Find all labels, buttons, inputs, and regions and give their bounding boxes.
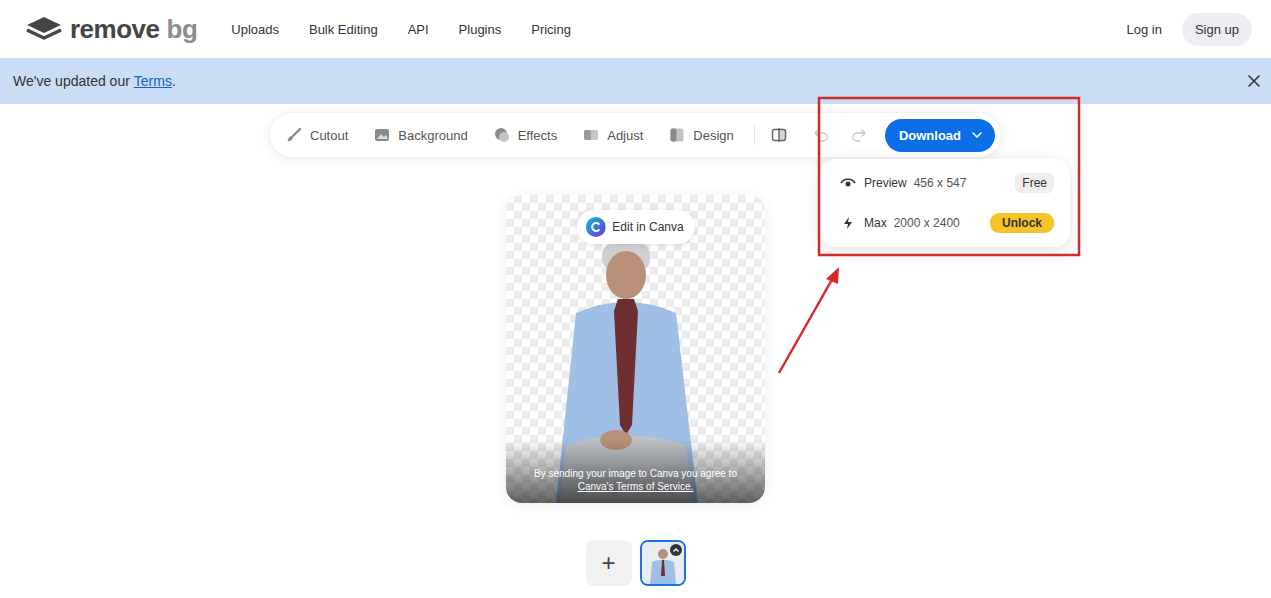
signup-button[interactable]: Sign up xyxy=(1182,13,1252,46)
tool-label: Design xyxy=(693,128,733,143)
logo-suffix: bg xyxy=(167,14,198,45)
compare-icon[interactable] xyxy=(771,127,787,143)
tool-button[interactable]: Background xyxy=(374,127,467,143)
option-badge: Free xyxy=(1015,173,1054,193)
logo[interactable]: remove bg xyxy=(25,14,197,45)
page: remove bg Uploads Bulk Editing API Plugins P… xyxy=(0,0,1271,598)
chevron-up-icon xyxy=(672,546,680,554)
image-thumbnail[interactable] xyxy=(640,540,686,586)
download-option[interactable]: Preview 456 x 547 Free xyxy=(840,163,1054,203)
tool-button[interactable]: Adjust xyxy=(583,127,643,143)
canva-notice: By sending your image to Canva you agree… xyxy=(506,439,765,503)
nav-link[interactable]: Pricing xyxy=(531,22,571,37)
terms-link[interactable]: Terms xyxy=(134,73,172,89)
nav-link[interactable]: Bulk Editing xyxy=(309,22,378,37)
option-size: 456 x 547 xyxy=(914,176,967,190)
canva-terms-link[interactable]: Canva's Terms of Service. xyxy=(578,480,694,493)
tool-label: Adjust xyxy=(607,128,643,143)
option-label: Preview xyxy=(864,176,907,190)
image-icon xyxy=(374,127,390,143)
layers-logo-icon xyxy=(25,15,63,43)
nav-link[interactable]: API xyxy=(408,22,429,37)
nav-link[interactable]: Uploads xyxy=(231,22,279,37)
tool-button[interactable]: Effects xyxy=(494,127,558,143)
adjust-icon xyxy=(583,127,599,143)
highlight-box xyxy=(819,98,1079,255)
main-nav: Uploads Bulk Editing API Plugins Pricing xyxy=(231,22,571,37)
eye-icon xyxy=(840,176,856,190)
nav-link[interactable]: Plugins xyxy=(459,22,502,37)
thumbnail-strip: + xyxy=(586,540,686,586)
effects-icon xyxy=(494,127,510,143)
canva-logo-icon xyxy=(585,217,605,237)
tool-label: Background xyxy=(398,128,467,143)
logo-word: remove xyxy=(70,14,160,45)
brush-icon xyxy=(286,127,302,143)
redo-icon[interactable] xyxy=(851,127,867,143)
lightning-icon xyxy=(840,216,856,230)
tool-label: Cutout xyxy=(310,128,348,143)
login-link[interactable]: Log in xyxy=(1126,22,1161,37)
option-size: 2000 x 2400 xyxy=(894,216,960,230)
download-option[interactable]: Max 2000 x 2400 Unlock xyxy=(840,203,1054,243)
pointer-arrow xyxy=(779,276,834,373)
auth-area: Log in Sign up xyxy=(1126,13,1252,46)
download-label: Download xyxy=(899,128,961,143)
annotation-overlay xyxy=(0,0,1271,598)
tool-label: Effects xyxy=(518,128,558,143)
image-card: Edit in Canva By sending your image to C… xyxy=(506,195,765,503)
chevron-down-icon xyxy=(971,129,983,141)
toolbar: Cutout Background Effects Adjust Design … xyxy=(269,112,1002,158)
toolbar-divider xyxy=(754,125,755,145)
banner-text: We've updated ourTerms. xyxy=(13,73,176,89)
option-badge: Unlock xyxy=(990,213,1054,233)
design-icon xyxy=(669,127,685,143)
notice-text: By sending your image to Canva you agree… xyxy=(534,467,737,480)
option-label: Max xyxy=(864,216,887,230)
undo-icon[interactable] xyxy=(813,127,829,143)
terms-banner: We've updated ourTerms. xyxy=(0,58,1271,104)
tool-button[interactable]: Design xyxy=(669,127,733,143)
editor-area: Cutout Background Effects Adjust Design … xyxy=(0,104,1271,586)
collapse-badge[interactable] xyxy=(670,544,682,556)
download-menu: Preview 456 x 547 Free Max 2000 x 2400 U… xyxy=(820,159,1070,247)
download-button[interactable]: Download xyxy=(885,119,995,152)
arrow-head-icon xyxy=(826,267,839,284)
top-nav: remove bg Uploads Bulk Editing API Plugins P… xyxy=(0,0,1271,58)
canva-label: Edit in Canva xyxy=(612,220,683,234)
close-icon[interactable] xyxy=(1247,74,1261,88)
tool-button[interactable]: Cutout xyxy=(286,127,348,143)
add-image-button[interactable]: + xyxy=(586,540,632,586)
edit-in-canva-button[interactable]: Edit in Canva xyxy=(576,210,694,244)
